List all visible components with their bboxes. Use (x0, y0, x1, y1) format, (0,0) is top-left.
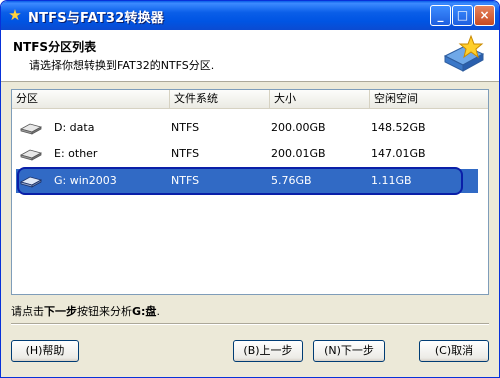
status-suffix: . (156, 305, 160, 318)
cancel-button[interactable]: (C)取消 (419, 340, 489, 362)
title-bar[interactable]: ★ NTFS与FAT32转换器 _ □ × (1, 1, 499, 30)
wizard-header: NTFS分区列表 请选择你想转换到FAT32的NTFS分区. (1, 30, 499, 82)
back-button[interactable]: (B)上一步 (233, 340, 303, 362)
close-button[interactable]: × (474, 5, 495, 26)
hard-drive-icon (20, 149, 42, 161)
page-subtitle: 请选择你想转换到FAT32的NTFS分区. (29, 59, 215, 72)
window-title: NTFS与FAT32转换器 (28, 11, 164, 26)
partition-row[interactable]: D: data NTFS 200.00GB 148.52GB (16, 116, 478, 140)
partition-free: 148.52GB (371, 121, 426, 134)
page-title: NTFS分区列表 (13, 40, 97, 54)
partition-name: E: other (54, 147, 98, 160)
selection-highlight-ring (17, 167, 463, 195)
help-button[interactable]: (H)帮助 (11, 340, 79, 362)
list-header: 分区 文件系统 大小 空闲空间 (12, 90, 488, 109)
column-header-partition[interactable]: 分区 (12, 90, 170, 108)
next-button[interactable]: (N)下一步 (313, 340, 385, 362)
star-app-icon: ★ (8, 6, 22, 24)
status-prefix: 请点击 (11, 305, 44, 318)
partition-size: 200.01GB (271, 147, 326, 160)
column-header-filesystem[interactable]: 文件系统 (170, 90, 270, 108)
column-header-size[interactable]: 大小 (270, 90, 370, 108)
maximize-button[interactable]: □ (452, 5, 473, 26)
status-bold: 下一步 (44, 305, 77, 318)
partition-filesystem: NTFS (171, 121, 200, 134)
status-middle: 按钮来分析 (77, 305, 132, 318)
minimize-button[interactable]: _ (430, 5, 451, 26)
partition-list[interactable]: 分区 文件系统 大小 空闲空间 D: data NTFS 200.00GB 14… (11, 89, 489, 295)
partition-filesystem: NTFS (171, 147, 200, 160)
partition-row[interactable]: E: other NTFS 200.01GB 147.01GB (16, 142, 478, 166)
disk-star-icon (443, 34, 485, 72)
converter-window: ★ NTFS与FAT32转换器 _ □ × NTFS分区列表 请选择你想转换到F… (0, 0, 500, 378)
status-message: 请点击下一步按钮来分析G:盘. (11, 303, 160, 319)
partition-name: D: data (54, 121, 95, 134)
partition-size: 200.00GB (271, 121, 326, 134)
partition-free: 147.01GB (371, 147, 426, 160)
footer-divider (11, 323, 489, 325)
status-drive: G:盘 (132, 305, 157, 318)
hard-drive-icon (20, 123, 42, 135)
column-header-free[interactable]: 空闲空间 (370, 90, 488, 108)
